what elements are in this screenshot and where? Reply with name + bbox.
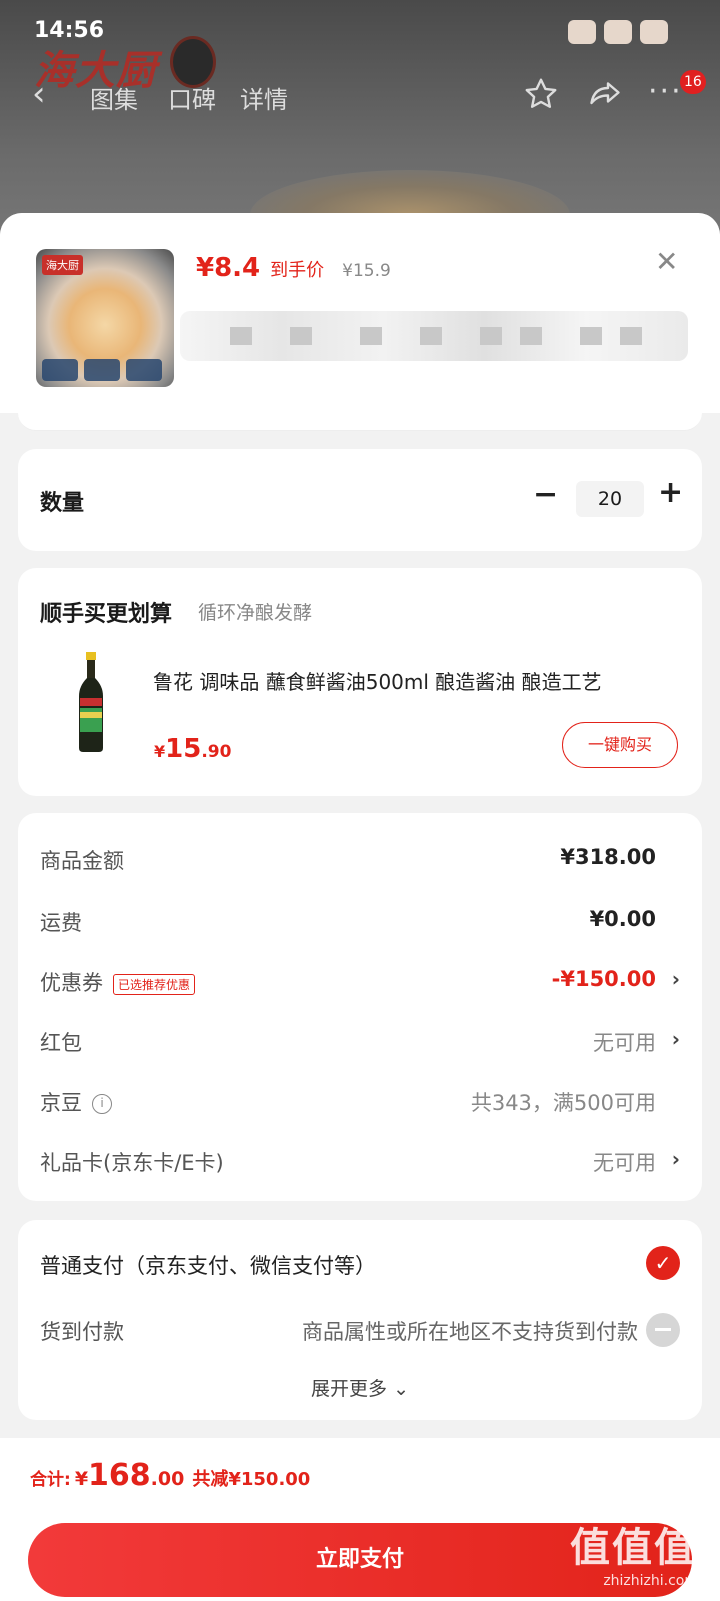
more-icon[interactable]: ··· — [648, 74, 683, 109]
jingdou-value: 共343，满500可用 — [470, 1091, 656, 1115]
coupon-tag: 已选推荐优惠 — [113, 973, 196, 995]
original-price: ¥15.9 — [342, 261, 391, 281]
soy-sauce-bottle-image — [79, 652, 103, 752]
chevron-down-icon: ⌄ — [393, 1378, 409, 1400]
expand-more-button[interactable]: 展开更多 ⌄ — [18, 1374, 702, 1401]
chevron-right-icon[interactable]: › — [672, 1027, 680, 1051]
giftcard-value: 无可用 — [593, 1151, 656, 1175]
checkout-sheet: 海大厨 ¥8.4 到手价 ¥15.9 ✕ 数量 − 20 + 顺手买更划算 循环… — [0, 213, 720, 1601]
addon-price: ¥15.90 — [154, 734, 232, 764]
addon-card: 顺手买更划算 循环净酿发酵 鲁花 调味品 蘸食鲜酱油500ml 酿造酱油 酿造工… — [18, 568, 702, 796]
star-icon[interactable] — [523, 76, 559, 112]
redpack-value: 无可用 — [593, 1031, 656, 1055]
coupon-label: 优惠券 已选推荐优惠 — [40, 967, 196, 997]
jingdou-label: 京豆 i — [40, 1087, 112, 1117]
share-icon[interactable] — [587, 76, 623, 112]
price-line: ¥8.4 到手价 ¥15.9 — [196, 253, 391, 283]
back-icon[interactable]: ‹ — [32, 74, 46, 114]
shipping-row: 运费 ¥0.00 — [40, 901, 680, 941]
tab-details[interactable]: 详情 — [240, 80, 288, 115]
decrease-button[interactable]: − — [533, 477, 558, 512]
payment-option-standard[interactable]: 普通支付（京东支付、微信支付等） — [40, 1250, 376, 1280]
quantity-label: 数量 — [40, 491, 85, 516]
shipping-value: ¥0.00 — [589, 907, 656, 931]
info-icon[interactable]: i — [92, 1094, 112, 1114]
goods-amount-row: 商品金额 ¥318.00 — [40, 839, 680, 879]
thumbnail-chips — [42, 359, 162, 381]
disabled-radio-icon — [646, 1313, 680, 1347]
addon-product-name[interactable]: 鲁花 调味品 蘸食鲜酱油500ml 酿造酱油 酿造工艺 — [153, 666, 602, 695]
cod-unavailable-note: 商品属性或所在地区不支持货到付款 — [302, 1320, 638, 1344]
chevron-right-icon[interactable]: › — [672, 967, 680, 991]
notification-icon — [604, 20, 632, 44]
sku-strip — [18, 399, 702, 431]
notification-icon — [568, 20, 596, 44]
giftcard-row[interactable]: 礼品卡(京东卡/E卡) 无可用 › — [40, 1141, 680, 1181]
product-header: 海大厨 ¥8.4 到手价 ¥15.9 ✕ — [0, 213, 720, 431]
blurred-product-title — [180, 311, 688, 361]
chevron-right-icon[interactable]: › — [672, 1147, 680, 1171]
notification-icon — [640, 20, 668, 44]
addon-title: 顺手买更划算 — [40, 602, 173, 627]
quantity-input[interactable]: 20 — [576, 481, 644, 517]
tab-reviews[interactable]: 口碑 — [168, 80, 216, 115]
final-price-label: 到手价 — [270, 260, 325, 281]
cart-badge: 16 — [680, 70, 706, 94]
thumbnail-brand-tag: 海大厨 — [42, 255, 83, 275]
redpack-row[interactable]: 红包 无可用 › — [40, 1021, 680, 1061]
one-click-buy-button[interactable]: 一键购买 — [562, 722, 678, 768]
coupon-value: -¥150.00 — [551, 967, 656, 991]
top-nav: ‹ 图集 口碑 详情 ··· 16 — [0, 70, 720, 120]
quantity-card: 数量 − 20 + — [18, 449, 702, 551]
product-thumbnail: 海大厨 — [36, 249, 174, 387]
goods-amount-label: 商品金额 — [40, 849, 124, 873]
order-total: 合计: ¥168.00 共减¥150.00 — [30, 1458, 311, 1493]
checkmark-icon[interactable]: ✓ — [646, 1246, 680, 1280]
close-icon[interactable]: ✕ — [655, 245, 678, 278]
watermark-url: zhizhizhi.com — [603, 1573, 698, 1589]
jingdou-row: 京豆 i 共343，满500可用 — [40, 1081, 680, 1121]
redpack-label: 红包 — [40, 1031, 82, 1055]
payment-option-cod: 货到付款 — [40, 1320, 124, 1344]
status-icons — [568, 20, 668, 44]
payment-card: 普通支付（京东支付、微信支付等） ✓ 货到付款 商品属性或所在地区不支持货到付款… — [18, 1220, 702, 1420]
goods-amount-value: ¥318.00 — [560, 845, 656, 869]
watermark-logo: 值值值 — [570, 1525, 696, 1571]
fees-card: 商品金额 ¥318.00 运费 ¥0.00 优惠券 已选推荐优惠 -¥150.00… — [18, 813, 702, 1201]
tab-gallery[interactable]: 图集 — [90, 80, 138, 115]
total-savings: 共减¥150.00 — [192, 1469, 311, 1490]
giftcard-label: 礼品卡(京东卡/E卡) — [40, 1151, 224, 1175]
coupon-row[interactable]: 优惠券 已选推荐优惠 -¥150.00 › — [40, 961, 680, 1001]
final-price: ¥8.4 — [196, 253, 261, 283]
shipping-label: 运费 — [40, 911, 82, 935]
addon-subtitle: 循环净酿发酵 — [198, 602, 313, 624]
increase-button[interactable]: + — [658, 475, 683, 510]
